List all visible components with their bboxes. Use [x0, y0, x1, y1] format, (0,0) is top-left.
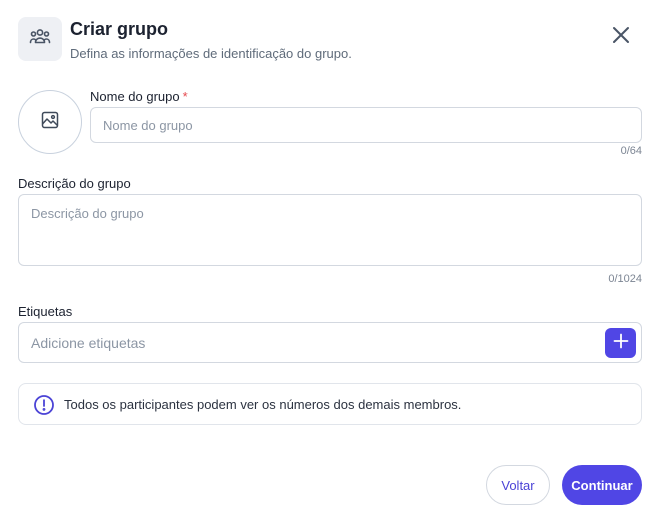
close-button[interactable] [606, 22, 636, 52]
dialog-title: Criar grupo [70, 19, 169, 39]
back-button[interactable]: Voltar [486, 465, 550, 505]
continue-button[interactable]: Continuar [562, 465, 642, 505]
plus-icon [613, 333, 629, 354]
info-icon [33, 394, 55, 416]
tags-field [18, 322, 642, 363]
description-textarea[interactable] [18, 194, 642, 266]
info-text: Todos os participantes podem ver os núme… [64, 397, 462, 412]
info-notice: Todos os participantes podem ver os núme… [18, 383, 642, 425]
group-name-input[interactable] [90, 107, 642, 143]
group-name-label-text: Nome do grupo [90, 89, 180, 104]
required-asterisk: * [182, 89, 188, 104]
group-image-upload-button[interactable] [18, 90, 82, 154]
group-name-label: Nome do grupo * [90, 89, 188, 104]
group-name-counter: 0/64 [620, 145, 642, 157]
tags-label: Etiquetas [18, 304, 73, 319]
add-tag-button[interactable] [605, 328, 636, 358]
tags-input[interactable] [19, 323, 599, 362]
description-label: Descrição do grupo [18, 176, 131, 191]
users-group-icon [28, 25, 52, 54]
dialog-subtitle: Defina as informações de identificação d… [70, 46, 352, 61]
image-icon [40, 110, 60, 135]
group-avatar-badge [18, 17, 62, 61]
description-counter: 0/1024 [608, 273, 642, 285]
close-icon [612, 26, 630, 49]
